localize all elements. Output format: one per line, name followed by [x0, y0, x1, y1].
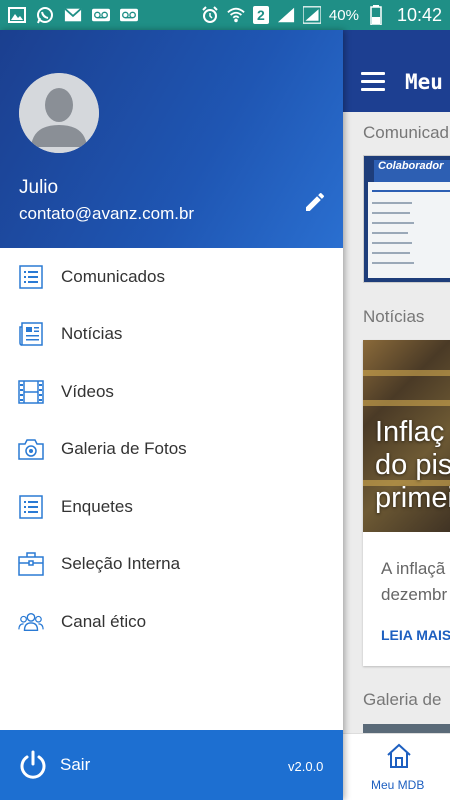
list-icon	[18, 264, 44, 290]
home-icon[interactable]	[385, 742, 413, 770]
read-more-link[interactable]: LEIA MAIS	[381, 627, 450, 643]
signal-icon	[302, 6, 321, 24]
menu-item-label: Vídeos	[61, 381, 114, 401]
bottom-nav-label[interactable]: Meu MDB	[371, 778, 424, 792]
alarm-icon	[201, 6, 219, 23]
news-headline: Inflaç do pis primei	[375, 416, 450, 514]
comunicado-banner: Colaborador	[374, 160, 450, 182]
gallery-icon	[8, 7, 26, 23]
section-title-comunicados: Comunicad	[363, 123, 449, 142]
signal-icon	[277, 7, 295, 23]
menu-item-noticias[interactable]: Notícias	[0, 306, 343, 364]
menu-item-comunicados[interactable]: Comunicados	[0, 248, 343, 306]
logout-button[interactable]: Sair v2.0.0	[0, 730, 343, 800]
menu-item-selecao-interna[interactable]: Seleção Interna	[0, 536, 343, 594]
news-excerpt: A inflaçã dezembr	[381, 559, 448, 604]
comunicado-thumbnail	[368, 182, 450, 278]
menu-item-videos[interactable]: Vídeos	[0, 363, 343, 421]
background-app[interactable]: Meu Comunicad Colaborador Notícias Infla…	[343, 30, 450, 800]
logout-label: Sair	[60, 755, 91, 774]
wifi-icon	[227, 7, 245, 23]
section-title-noticias: Notícias	[363, 307, 425, 326]
edit-pencil-icon[interactable]	[303, 190, 327, 214]
drawer-header: Julio contato@avanz.com.br	[0, 30, 343, 248]
people-icon	[18, 609, 44, 635]
voicemail-icon	[92, 7, 110, 23]
menu-item-label: Galeria de Fotos	[61, 439, 187, 459]
app-title: Meu	[405, 70, 443, 94]
list-icon	[18, 494, 44, 520]
avatar[interactable]	[19, 73, 99, 153]
battery-icon	[367, 5, 385, 25]
navigation-drawer: Julio contato@avanz.com.br Comunicados N…	[0, 30, 343, 800]
news-card[interactable]: Inflaç do pis primei A inflaçã dezembr L…	[363, 340, 450, 666]
briefcase-icon	[18, 551, 44, 577]
section-title-galeria: Galeria de	[363, 690, 442, 709]
menu-item-label: Seleção Interna	[61, 554, 181, 574]
menu-item-enquetes[interactable]: Enquetes	[0, 478, 343, 536]
user-email: contato@avanz.com.br	[19, 204, 195, 223]
newspaper-icon	[18, 321, 44, 347]
battery-percent: 40%	[328, 6, 359, 24]
app-toolbar: Meu	[343, 30, 450, 112]
mail-icon	[64, 7, 82, 23]
whatsapp-icon	[36, 7, 54, 24]
menu-item-label: Canal ético	[61, 611, 147, 631]
voicemail-icon	[120, 7, 138, 23]
menu-item-label: Comunicados	[61, 266, 165, 286]
comunicado-card[interactable]: Colaborador	[363, 155, 450, 283]
menu-item-label: Enquetes	[61, 496, 133, 516]
film-icon	[18, 379, 44, 405]
bottom-nav: Meu MDB	[343, 733, 450, 800]
user-silhouette-icon	[19, 73, 99, 153]
user-name: Julio	[19, 177, 59, 198]
menu-item-label: Notícias	[61, 324, 123, 344]
news-image: Inflaç do pis primei	[363, 340, 450, 532]
clock: 10:42	[396, 4, 442, 25]
app-version: v2.0.0	[288, 759, 324, 774]
sim-badge: 2	[252, 6, 269, 24]
menu-item-galeria-de-fotos[interactable]: Galeria de Fotos	[0, 421, 343, 479]
menu-item-canal-etico[interactable]: Canal ético	[0, 593, 343, 651]
status-bar: 2 40% 10:42	[0, 0, 450, 30]
power-icon	[18, 750, 48, 780]
hamburger-icon[interactable]	[361, 72, 385, 92]
camera-icon	[18, 436, 44, 462]
drawer-menu: Comunicados Notícias Vídeos Galeria de F…	[0, 248, 343, 651]
